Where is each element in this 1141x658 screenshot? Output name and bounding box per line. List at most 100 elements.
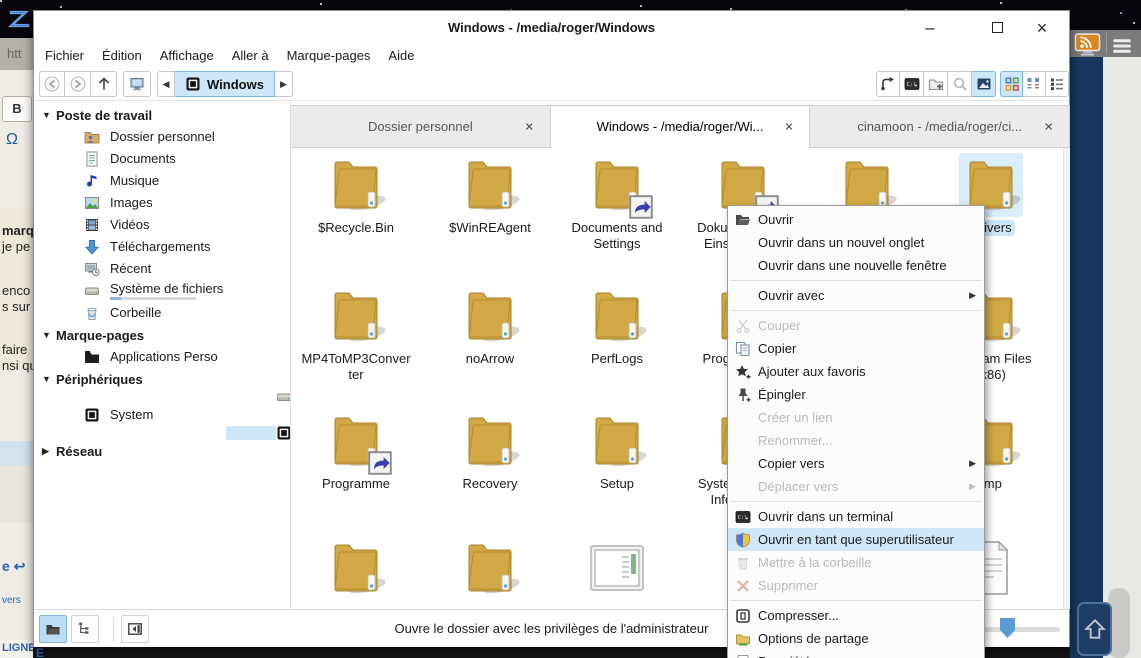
- tab[interactable]: cinamoon - /media/roger/ci... ×: [810, 105, 1070, 148]
- sidebar-item[interactable]: Vidéos: [34, 214, 290, 236]
- sidebar-item[interactable]: Corbeille: [34, 302, 290, 324]
- list-view-button[interactable]: [1046, 71, 1069, 97]
- statusbar-separator: [113, 617, 114, 641]
- sidebar-item[interactable]: Images: [34, 192, 290, 214]
- bold-button[interactable]: B: [2, 96, 32, 122]
- menubar-item[interactable]: Fichier: [36, 45, 93, 67]
- up-button[interactable]: [91, 71, 117, 97]
- sidebar-section-header[interactable]: ▼ Périphériques: [34, 368, 290, 390]
- file-pane-scrollbar[interactable]: [1063, 148, 1070, 609]
- menubar-item[interactable]: Aide: [379, 45, 423, 67]
- sidebar-section-header[interactable]: ▶ Réseau: [34, 440, 290, 462]
- file-item[interactable]: noArrow: [430, 284, 550, 368]
- context-menu-item[interactable]: Ouvrir: [728, 208, 984, 231]
- context-menu-item[interactable]: Ouvrir avec ▶: [728, 284, 984, 307]
- expander-icon[interactable]: ▶: [42, 446, 56, 457]
- context-menu-item[interactable]: Options de partage: [728, 627, 984, 650]
- file-item[interactable]: PerfLogs: [557, 284, 677, 368]
- zoom-slider[interactable]: [984, 627, 1060, 632]
- file-item[interactable]: MP4ToMP3Converter: [296, 284, 416, 384]
- tab-close-icon[interactable]: ×: [785, 118, 794, 135]
- computer-button[interactable]: [123, 71, 151, 97]
- file-item[interactable]: $Recycle.Bin: [296, 153, 416, 237]
- menubar-item[interactable]: Affichage: [151, 45, 223, 67]
- context-menu-item[interactable]: Renommer...: [728, 429, 984, 452]
- file-item[interactable]: [557, 536, 677, 609]
- icon-view-button[interactable]: [1000, 71, 1023, 97]
- sidebar-item[interactable]: Système de fichiers: [34, 280, 290, 302]
- context-menu-item[interactable]: Ajouter aux favoris: [728, 360, 984, 383]
- sidebar-section-header[interactable]: ▼ Marque-pages: [34, 324, 290, 346]
- file-item[interactable]: Setup: [557, 409, 677, 493]
- search-button[interactable]: [948, 71, 972, 97]
- rss-screen-icon[interactable]: [1074, 33, 1101, 57]
- sidebar-item[interactable]: Windows: [226, 426, 276, 440]
- context-menu-item[interactable]: Ouvrir dans un terminal: [728, 505, 984, 528]
- maximize-button[interactable]: [981, 11, 1013, 45]
- file-item[interactable]: Documents and Settings: [557, 153, 677, 253]
- sidebar-item[interactable]: Musique: [34, 170, 290, 192]
- scroll-to-top-button[interactable]: [1077, 602, 1112, 656]
- context-menu-item[interactable]: Copier: [728, 337, 984, 360]
- context-menu-item[interactable]: Ouvrir en tant que superutilisateur: [728, 528, 984, 551]
- back-button[interactable]: [39, 71, 65, 97]
- context-menu-item[interactable]: Propriétés: [728, 650, 984, 658]
- toggle-sidebar-button[interactable]: [121, 615, 149, 643]
- context-menu-item[interactable]: Couper: [728, 314, 984, 337]
- sidebar-section-header[interactable]: ▼ Poste de travail: [34, 104, 290, 126]
- sidebar-item[interactable]: Dossier personnel: [34, 126, 290, 148]
- minimize-button[interactable]: –: [914, 11, 946, 45]
- file-item[interactable]: Programme: [296, 409, 416, 493]
- sidebar-item[interactable]: Téléchargements: [34, 236, 290, 258]
- breadcrumb-windows[interactable]: Windows: [175, 71, 275, 97]
- new-folder-button[interactable]: [924, 71, 948, 97]
- sidebar-item[interactable]: Documents: [34, 148, 290, 170]
- background-link-fragment[interactable]: e ↩: [2, 558, 25, 575]
- context-menu-item[interactable]: Compresser...: [728, 604, 984, 627]
- background-row: [0, 465, 33, 523]
- sidebar-item[interactable]: cinamoon: [226, 390, 276, 404]
- tab[interactable]: Dossier personnel ×: [291, 105, 551, 148]
- close-button[interactable]: ×: [1026, 11, 1058, 45]
- background-link-fragment[interactable]: vers: [2, 595, 21, 606]
- compact-view-button[interactable]: [1023, 71, 1046, 97]
- forward-button[interactable]: [65, 71, 91, 97]
- desktop-logo-icon[interactable]: [6, 6, 32, 32]
- sidebar-item[interactable]: System: [34, 404, 290, 426]
- show-treeview-button[interactable]: [71, 615, 99, 643]
- context-menu-item[interactable]: Supprimer: [728, 574, 984, 597]
- background-url-bar[interactable]: htt: [0, 38, 33, 70]
- show-thumbnails-button[interactable]: [972, 71, 996, 97]
- context-menu-item[interactable]: Mettre à la corbeille: [728, 551, 984, 574]
- expander-icon[interactable]: ▼: [42, 110, 56, 120]
- context-menu-item[interactable]: Copier vers ▶: [728, 452, 984, 475]
- hamburger-menu-icon[interactable]: [1112, 36, 1132, 56]
- menubar-item[interactable]: Édition: [93, 45, 151, 67]
- tab-close-icon[interactable]: ×: [525, 118, 534, 135]
- expander-icon[interactable]: ▼: [42, 330, 56, 340]
- context-menu-item[interactable]: Ouvrir dans une nouvelle fenêtre: [728, 254, 984, 277]
- jump-to-location-button[interactable]: [876, 71, 900, 97]
- context-menu-item[interactable]: Créer un lien: [728, 406, 984, 429]
- file-item[interactable]: $WinREAgent: [430, 153, 550, 237]
- file-item[interactable]: [430, 536, 550, 609]
- omega-button[interactable]: Ω: [6, 131, 18, 149]
- context-menu-item[interactable]: Épingler: [728, 383, 984, 406]
- sidebar-item[interactable]: Applications Perso: [34, 346, 290, 368]
- open-terminal-button[interactable]: [900, 71, 924, 97]
- context-menu-item[interactable]: Ouvrir dans un nouvel onglet: [728, 231, 984, 254]
- menubar-item[interactable]: Marque-pages: [278, 45, 380, 67]
- menubar-item[interactable]: Aller à: [223, 45, 278, 67]
- context-menu-item[interactable]: Déplacer vers ▶: [728, 475, 984, 498]
- breadcrumb-right-arrow[interactable]: ▶: [275, 71, 293, 97]
- sidebar-item[interactable]: Récent: [34, 258, 290, 280]
- tab[interactable]: Windows - /media/roger/Wi... ×: [551, 105, 811, 148]
- submenu-arrow-icon: ▶: [969, 290, 976, 301]
- expander-icon[interactable]: ▼: [42, 374, 56, 384]
- file-item[interactable]: Recovery: [430, 409, 550, 493]
- tab-close-icon[interactable]: ×: [1044, 118, 1053, 135]
- show-places-button[interactable]: [39, 615, 67, 643]
- title-bar[interactable]: Windows - /media/roger/Windows – ×: [34, 11, 1069, 45]
- file-item[interactable]: [296, 536, 416, 609]
- breadcrumb-left-arrow[interactable]: ◀: [157, 71, 175, 97]
